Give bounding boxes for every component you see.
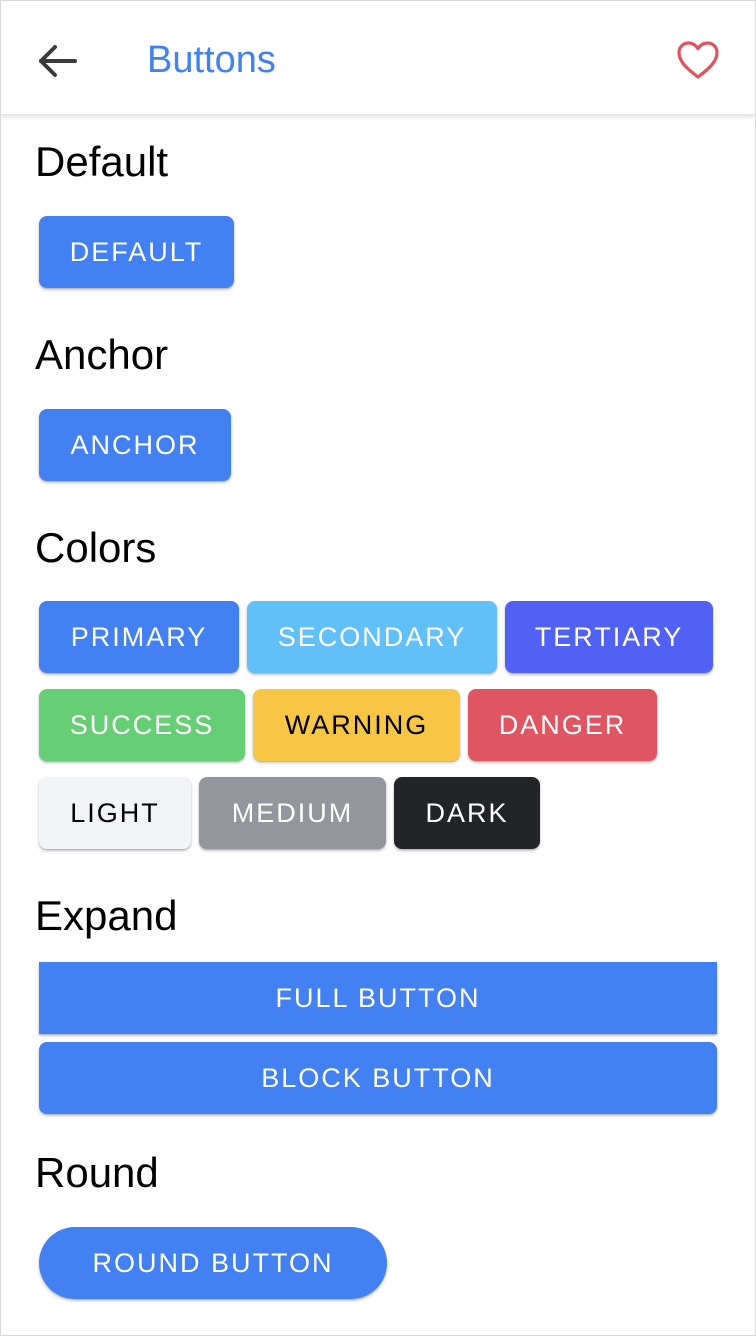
dark-button[interactable]: DARK (394, 777, 540, 849)
heart-outline-icon (677, 41, 719, 79)
success-button[interactable]: SUCCESS (39, 689, 245, 761)
section-heading-expand: Expand (35, 892, 178, 939)
medium-button[interactable]: MEDIUM (199, 777, 386, 849)
section-heading-round: Round (35, 1149, 159, 1196)
secondary-button[interactable]: SECONDARY (247, 601, 497, 673)
app-frame: Buttons Default DEFAULT Anchor ANCHOR Co… (0, 0, 756, 1336)
tertiary-button[interactable]: TERTIARY (505, 601, 713, 673)
light-button[interactable]: LIGHT (39, 777, 191, 849)
page-title: Buttons (147, 39, 276, 81)
section-heading-anchor: Anchor (35, 331, 169, 378)
header-toolbar: Buttons (1, 1, 755, 115)
full-button[interactable]: FULL BUTTON (39, 962, 717, 1034)
arrow-back-icon (39, 45, 77, 77)
anchor-button[interactable]: ANCHOR (39, 409, 231, 481)
primary-button[interactable]: PRIMARY (39, 601, 239, 673)
section-heading-default: Default (35, 138, 169, 185)
section-heading-colors: Colors (35, 524, 157, 571)
warning-button[interactable]: WARNING (253, 689, 460, 761)
danger-button[interactable]: DANGER (468, 689, 657, 761)
block-button[interactable]: BLOCK BUTTON (39, 1042, 717, 1114)
round-button[interactable]: ROUND BUTTON (39, 1227, 387, 1299)
default-button[interactable]: DEFAULT (39, 216, 234, 288)
favorite-button[interactable] (673, 35, 723, 85)
back-button[interactable] (31, 35, 83, 87)
